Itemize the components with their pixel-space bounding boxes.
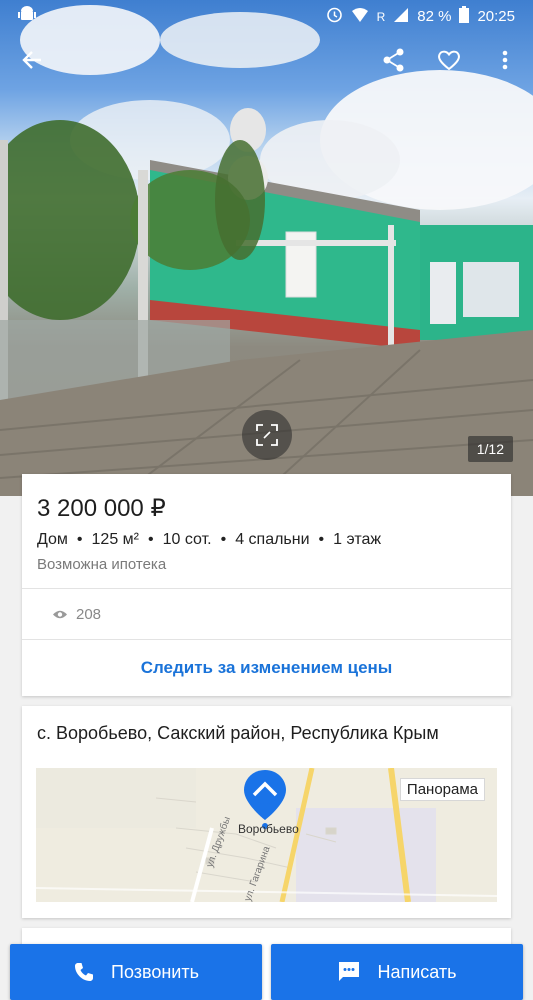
- param-area: 125 м²: [91, 531, 139, 548]
- track-price-button[interactable]: Следить за изменением цены: [22, 640, 511, 696]
- wifi-icon: [351, 7, 369, 27]
- mortgage-note: Возможна ипотека: [37, 556, 167, 573]
- expand-icon: [256, 424, 278, 446]
- listing-photo[interactable]: R 82 % 20:25 1/12: [0, 0, 533, 496]
- battery-icon: [459, 6, 470, 27]
- share-icon: [383, 48, 404, 72]
- listing-params: Дом • 125 м² • 10 сот. • 4 спальни • 1 э…: [37, 531, 382, 548]
- listing-info-card: 3 200 000 ₽ Дом • 125 м² • 10 сот. • 4 с…: [22, 474, 511, 696]
- price: 3 200 000 ₽: [37, 495, 166, 522]
- map-preview[interactable]: ул. Дружбы ул. Гагарина Воробьево Панора…: [36, 768, 497, 902]
- message-icon: [339, 962, 360, 981]
- views-counter: 208: [52, 606, 101, 623]
- views-count: 208: [76, 606, 102, 623]
- param-land: 10 сот.: [162, 531, 212, 548]
- call-label: Позвонить: [111, 961, 199, 982]
- network-letter: R: [376, 9, 386, 24]
- phone-icon: [75, 963, 93, 981]
- param-bedrooms: 4 спальни: [235, 531, 310, 548]
- android-icon: [18, 5, 36, 27]
- photo-toolbar: [0, 42, 533, 78]
- clock: 20:25: [477, 8, 515, 25]
- heart-icon: [438, 50, 460, 71]
- write-button[interactable]: Написать: [271, 944, 523, 1000]
- contact-actions: Позвонить Написать: [0, 940, 533, 1000]
- panorama-button[interactable]: Панорама: [399, 778, 485, 801]
- address: с. Воробьево, Сакский район, Республика …: [37, 723, 439, 743]
- more-vertical-icon: [502, 50, 508, 70]
- param-floors: 1 этаж: [333, 531, 382, 548]
- arrow-left-icon: [22, 51, 41, 69]
- call-button[interactable]: Позвонить: [10, 944, 262, 1000]
- alarm-icon: [326, 6, 343, 27]
- photo-counter: 1/12: [467, 436, 513, 462]
- status-bar: R 82 % 20:25: [0, 0, 533, 30]
- favorite-button[interactable]: [431, 42, 467, 78]
- location-card: с. Воробьево, Сакский район, Республика …: [22, 706, 511, 918]
- share-button[interactable]: [376, 42, 412, 78]
- fullscreen-button[interactable]: [242, 410, 292, 460]
- param-type: Дом: [37, 531, 68, 548]
- divider: [22, 588, 511, 589]
- write-label: Написать: [377, 961, 457, 982]
- battery-percent: 82 %: [417, 8, 452, 25]
- signal-icon: [393, 7, 409, 27]
- more-menu-button[interactable]: [487, 42, 523, 78]
- back-button[interactable]: [14, 42, 50, 78]
- eye-icon: [53, 610, 67, 619]
- map-village-label: Воробьево: [238, 822, 299, 836]
